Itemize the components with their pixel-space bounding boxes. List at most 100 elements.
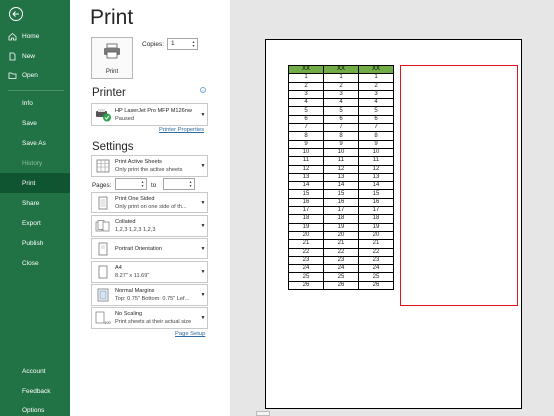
print-button-label: Print (105, 69, 119, 75)
pages-from-input[interactable]: ▲ ▼ (115, 178, 147, 190)
printer-heading: Printer (92, 87, 126, 99)
table-row: 13 13 13 (288, 172, 394, 183)
table-row: 22 22 22 (288, 247, 394, 257)
table-cell: 8 (358, 131, 394, 141)
table-cell: 19 (288, 222, 324, 232)
scaling-label: No Scaling (115, 311, 143, 317)
table-cell: 20 (323, 230, 359, 241)
table-cell: 3 (358, 89, 394, 100)
collate-desc: 1,2,3 1,2,3 1,2,3 (115, 227, 156, 233)
table-cell: 7 (358, 123, 394, 133)
table-cell: 10 (323, 147, 359, 158)
paper-size-label: A4 (115, 265, 122, 271)
scaling-dropdown[interactable]: 100 No Scaling Print sheets at their act… (91, 307, 208, 329)
copies-spinner-icon[interactable]: ▲ ▼ (191, 40, 196, 48)
nav-close[interactable]: Close (0, 253, 70, 273)
printer-icon (103, 43, 121, 64)
table-cell: 22 (288, 247, 324, 257)
nav-publish[interactable]: Publish (0, 233, 70, 253)
table-row: 14 14 14 (288, 181, 394, 191)
table-cell: 14 (358, 181, 394, 191)
table-row: 21 21 21 (288, 239, 394, 249)
table-cell: 9 (358, 139, 394, 149)
table-cell: 11 (323, 156, 359, 166)
table-cell: 1 (358, 73, 394, 83)
table-row: 999 (288, 139, 394, 149)
pages-to-input[interactable]: ▲ ▼ (163, 178, 195, 190)
one-sided-icon (94, 195, 112, 211)
pages-to-label: to (151, 182, 157, 189)
print-what-dropdown[interactable]: Print Active Sheets Only print the activ… (91, 155, 208, 177)
table-cell: 15 (358, 189, 394, 199)
svg-text:100: 100 (104, 320, 111, 325)
nav-open[interactable]: Open (0, 65, 70, 85)
table-cell: 4 (358, 98, 394, 108)
preview-table: XX XX XX 1 1 1 2 2 2 3 3 3 4 4 4 5 5 5 6 6 6 7 7 7 8 8 8 9 9 9 10 10 10… (288, 64, 394, 291)
table-cell: 21 (358, 239, 394, 249)
sides-dropdown[interactable]: Print One Sided Only print on one side o… (91, 192, 208, 213)
table-cell: 26 (358, 280, 394, 291)
copies-label: Copies: (142, 41, 165, 48)
table-cell: 5 (288, 106, 324, 116)
margins-desc: Top: 0.75" Bottom: 0.75" Lef... (115, 296, 190, 302)
pages-from-spinner-icon[interactable]: ▲ ▼ (140, 180, 145, 188)
table-cell: 13 (288, 172, 324, 183)
info-icon[interactable]: i (200, 87, 206, 93)
nav-options[interactable]: Options (0, 400, 70, 416)
orientation-dropdown[interactable]: Portrait Orientation ▼ (91, 238, 208, 259)
print-button[interactable]: Print (91, 37, 133, 79)
back-arrow-icon[interactable] (8, 6, 24, 22)
sides-desc: Only print on one side of th... (115, 203, 187, 210)
page-setup-link[interactable]: Page Setup (175, 331, 205, 337)
table-row: 777 (288, 123, 394, 133)
table-cell: 13 (323, 172, 359, 183)
table-cell: 2 (323, 81, 359, 91)
nav-save-as[interactable]: Save As (0, 133, 70, 153)
table-cell: 5 (358, 106, 394, 116)
pages-label: Pages: (92, 182, 112, 189)
page-title: Print (90, 6, 134, 29)
pages-to-spinner-icon[interactable]: ▲ ▼ (188, 180, 193, 188)
printer-dropdown[interactable]: HP LaserJet Pro MFP M126nw Paused ▼ (91, 103, 208, 126)
nav-feedback[interactable]: Feedback (0, 381, 70, 401)
table-cell: 15 (288, 189, 324, 199)
printer-status: Paused (115, 115, 134, 122)
paper-size-dropdown[interactable]: A4 8.27" x 11.69" ▼ (91, 261, 208, 283)
printer-ready-icon (94, 107, 112, 123)
table-cell: 22 (358, 247, 394, 257)
scaling-desc: Print sheets at their actual size (115, 319, 192, 325)
table-cell: 12 (288, 164, 324, 174)
table-cell: 23 (288, 255, 324, 266)
nav-info[interactable]: Info (0, 93, 70, 113)
table-cell: 9 (323, 139, 359, 149)
nav-share[interactable]: Share (0, 193, 70, 213)
table-cell: 8 (288, 131, 324, 141)
table-header-row: XX XX XX (288, 64, 394, 75)
nav-print[interactable]: Print (0, 173, 70, 193)
margins-dropdown[interactable]: Normal Margins Top: 0.75" Bottom: 0.75" … (91, 284, 208, 306)
table-row: 26 26 26 (288, 280, 394, 291)
nav-new[interactable]: New (0, 46, 70, 66)
table-cell: 1 (323, 73, 359, 83)
preview-page: XX XX XX 1 1 1 2 2 2 3 3 3 4 4 4 5 5 5 6 6 6 7 7 7 8 8 8 9 9 9 10 10 10… (265, 39, 522, 409)
nav-home[interactable]: Home (0, 26, 70, 46)
nav-account[interactable]: Account (0, 361, 70, 381)
settings-heading: Settings (92, 141, 134, 153)
copies-input[interactable]: 1 ▲ ▼ (167, 38, 198, 50)
collate-dropdown[interactable]: Collated 1,2,3 1,2,3 1,2,3 ▼ (91, 215, 208, 237)
chevron-down-icon: ▼ (200, 292, 206, 298)
margins-label: Normal Margins (115, 288, 155, 294)
table-cell: 25 (323, 272, 359, 282)
table-cell: 7 (323, 123, 359, 133)
nav-export[interactable]: Export (0, 213, 70, 233)
table-cell: 3 (288, 89, 324, 100)
table-cell: 2 (288, 81, 324, 91)
nav-save[interactable]: Save (0, 113, 70, 133)
preview-scrollbar[interactable] (256, 411, 270, 416)
table-row: 666 (288, 114, 394, 125)
table-row: 19 19 19 (288, 222, 394, 232)
printer-properties-link[interactable]: Printer Properties (159, 127, 204, 133)
collated-icon (94, 218, 112, 234)
table-cell: 13 (358, 172, 394, 183)
margins-icon (94, 287, 112, 303)
